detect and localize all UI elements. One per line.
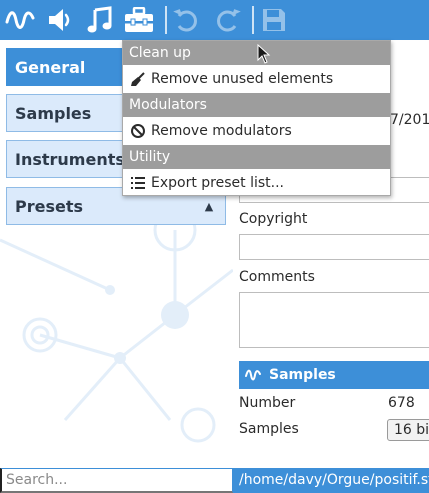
redo-icon[interactable] bbox=[212, 4, 244, 36]
menu-item-label: Remove modulators bbox=[151, 123, 292, 139]
menu-item-label: Remove unused elements bbox=[151, 71, 334, 87]
samples-label: Samples bbox=[239, 421, 299, 437]
comments-field[interactable] bbox=[239, 292, 429, 348]
copyright-label: Copyright bbox=[239, 211, 308, 227]
tree-item-label: Instruments bbox=[15, 149, 125, 169]
date-value: 7/2011 bbox=[390, 112, 429, 128]
copyright-field[interactable] bbox=[239, 234, 429, 260]
menu-section-modulators: Modulators bbox=[123, 93, 390, 117]
main-toolbar bbox=[0, 0, 429, 40]
broom-icon bbox=[129, 70, 147, 88]
samples-section-header: Samples bbox=[239, 361, 429, 389]
toolbar-separator bbox=[252, 6, 254, 34]
comments-label: Comments bbox=[239, 269, 315, 285]
sample-format-select[interactable]: 16 bit bbox=[387, 419, 429, 441]
speaker-icon[interactable] bbox=[44, 4, 76, 36]
tree-item-label: Samples bbox=[15, 103, 92, 123]
number-value: 678 bbox=[388, 395, 415, 411]
list-icon bbox=[129, 174, 147, 192]
number-label: Number bbox=[239, 395, 296, 411]
waveform-icon[interactable] bbox=[4, 4, 36, 36]
toolbar-separator bbox=[165, 6, 167, 34]
toolbox-icon[interactable] bbox=[123, 4, 155, 36]
file-path: /home/davy/Orgue/positif.sf2 bbox=[233, 468, 429, 493]
menu-item-label: Export preset list... bbox=[151, 175, 284, 191]
menu-item-remove-modulators[interactable]: Remove modulators bbox=[123, 117, 390, 145]
undo-icon[interactable] bbox=[170, 4, 202, 36]
mouse-cursor-icon bbox=[257, 44, 271, 64]
samples-section-title: Samples bbox=[269, 367, 336, 383]
search-input[interactable] bbox=[0, 468, 233, 493]
waveform-icon bbox=[245, 368, 261, 382]
menu-item-export-preset-list[interactable]: Export preset list... bbox=[123, 169, 390, 197]
music-note-icon[interactable] bbox=[84, 4, 116, 36]
forbidden-icon bbox=[129, 122, 147, 140]
tree-item-label: Presets bbox=[15, 196, 84, 216]
status-bar: /home/davy/Orgue/positif.sf2 bbox=[0, 468, 429, 493]
menu-item-remove-unused-elements[interactable]: Remove unused elements bbox=[123, 65, 390, 93]
menu-section-utility: Utility bbox=[123, 145, 390, 169]
save-icon[interactable] bbox=[258, 4, 290, 36]
tree-item-label: General bbox=[15, 57, 86, 77]
